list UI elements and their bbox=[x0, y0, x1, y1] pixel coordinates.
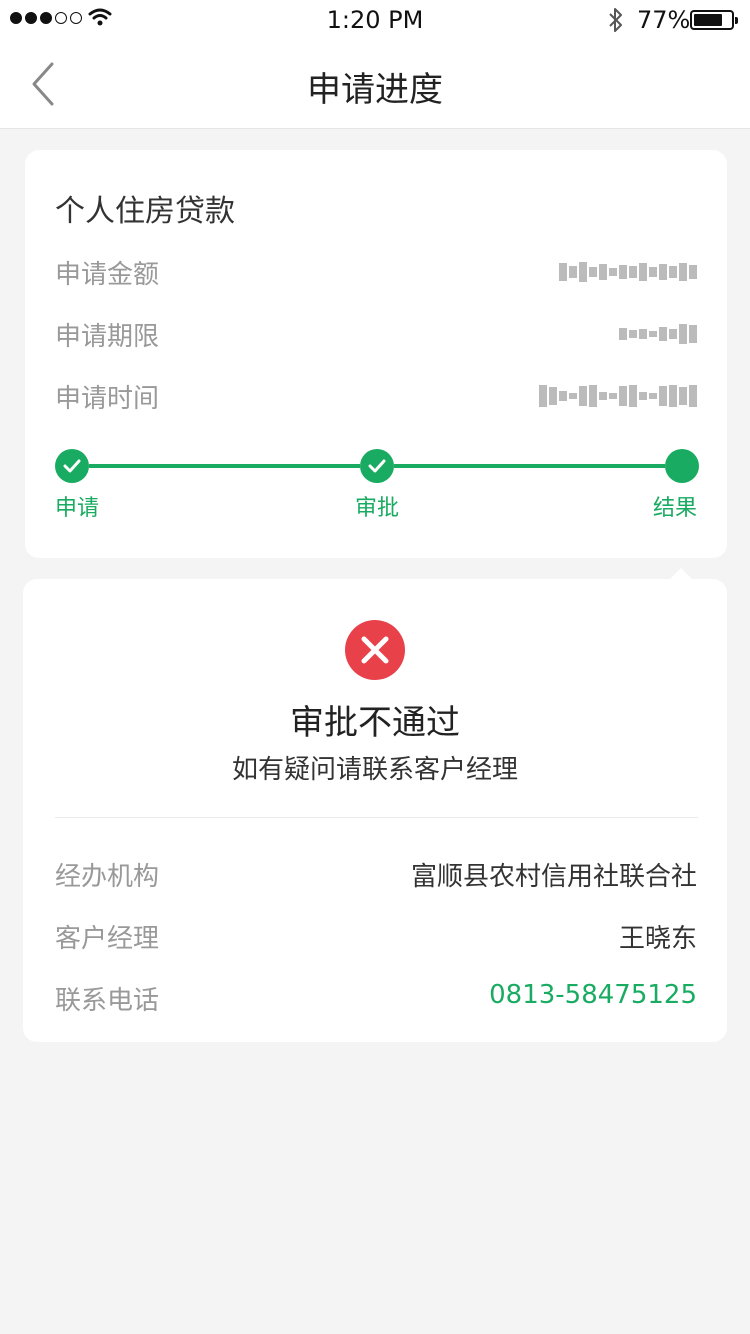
progress-line-2 bbox=[394, 464, 665, 468]
step-apply-label: 申请 bbox=[55, 496, 100, 521]
battery-icon bbox=[690, 10, 738, 30]
nav-bar: 申请进度 bbox=[0, 40, 750, 129]
status-bar: 1:20 PM 77% bbox=[0, 0, 750, 40]
agency-value: 富顺县农村信用社联合社 bbox=[410, 862, 697, 892]
manager-label: 客户经理 bbox=[55, 924, 160, 954]
progress-tracker bbox=[55, 448, 699, 484]
check-icon bbox=[368, 459, 386, 473]
battery-percent: 77% bbox=[637, 6, 691, 34]
bluetooth-icon bbox=[609, 8, 622, 32]
step-approve-node bbox=[360, 449, 394, 483]
result-subtitle: 如有疑问请联系客户经理 bbox=[231, 755, 518, 785]
apply-time-value-redacted bbox=[539, 383, 697, 409]
apply-term-value-redacted bbox=[619, 321, 697, 347]
apply-term-label: 申请期限 bbox=[55, 322, 160, 352]
check-icon bbox=[63, 459, 81, 473]
card-pointer bbox=[669, 568, 693, 580]
agency-label: 经办机构 bbox=[55, 862, 160, 892]
manager-value: 王晓东 bbox=[618, 924, 697, 954]
progress-line-1 bbox=[89, 464, 360, 468]
step-result-node bbox=[665, 449, 699, 483]
step-result-label: 结果 bbox=[652, 496, 697, 521]
divider bbox=[55, 817, 698, 818]
apply-amount-label: 申请金额 bbox=[55, 260, 160, 290]
loan-info-card: 个人住房贷款 申请金额 申请期限 申请时间 申请 审批 结果 bbox=[25, 150, 727, 558]
apply-amount-value-redacted bbox=[559, 259, 697, 285]
step-apply-node bbox=[55, 449, 89, 483]
close-circle-icon bbox=[345, 620, 405, 680]
page-title: 申请进度 bbox=[307, 70, 443, 110]
step-approve-label: 审批 bbox=[355, 496, 400, 521]
phone-link[interactable]: 0813-58475125 bbox=[489, 980, 697, 1010]
result-title: 审批不通过 bbox=[290, 703, 460, 743]
apply-time-label: 申请时间 bbox=[55, 384, 160, 414]
phone-label: 联系电话 bbox=[55, 986, 160, 1016]
loan-type-title: 个人住房贷款 bbox=[55, 194, 235, 229]
result-card: 审批不通过 如有疑问请联系客户经理 经办机构 富顺县农村信用社联合社 客户经理 … bbox=[23, 568, 727, 1042]
